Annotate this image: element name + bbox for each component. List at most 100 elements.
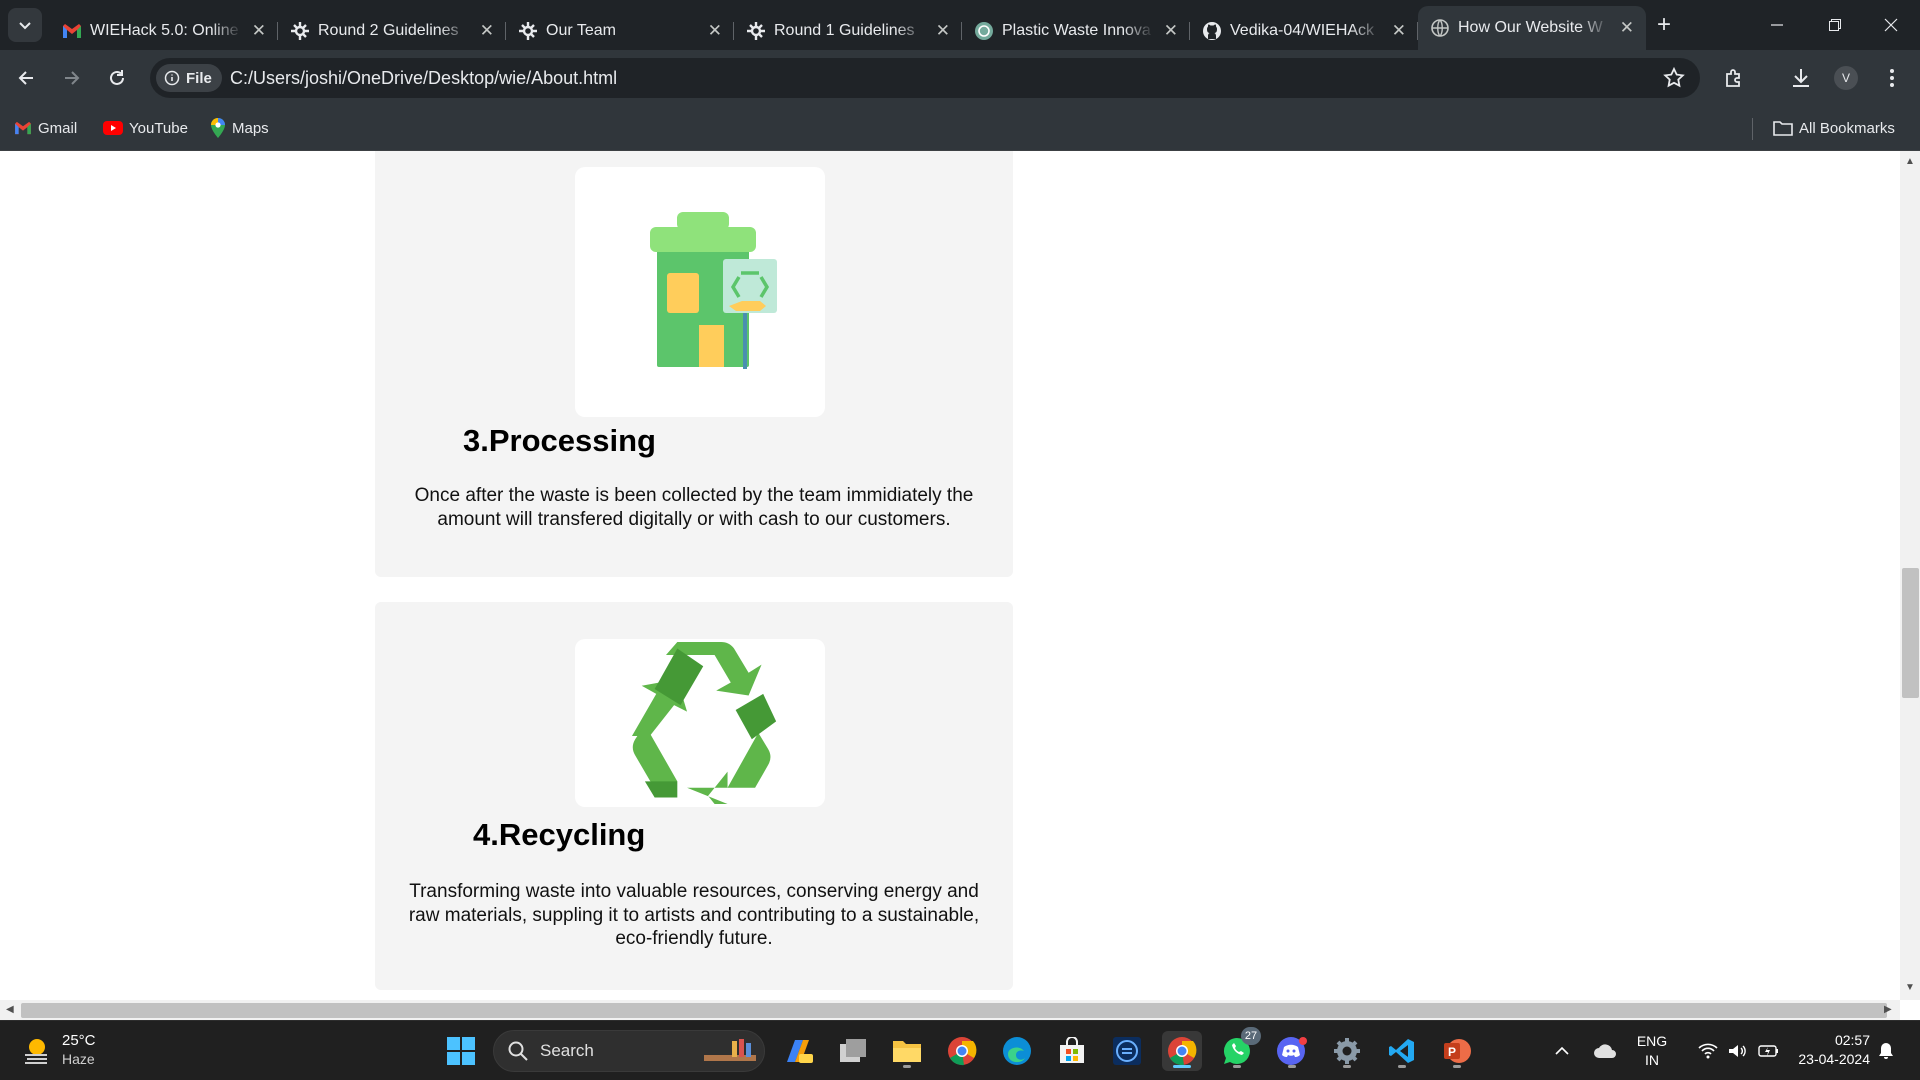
onedrive-button[interactable] bbox=[1590, 1021, 1620, 1080]
step-card-recycling: 4.Recycling Transforming waste into valu… bbox=[375, 602, 1013, 990]
taskbar-app-dell[interactable] bbox=[1107, 1031, 1147, 1071]
tab-round-1-guidelines[interactable]: Round 1 Guidelines ✕ bbox=[734, 12, 962, 50]
all-bookmarks-button[interactable]: All Bookmarks bbox=[1773, 117, 1895, 139]
weather-condition: Haze bbox=[62, 1051, 95, 1067]
language-code: ENG bbox=[1636, 1033, 1668, 1049]
bookmark-separator bbox=[1752, 118, 1753, 140]
minimize-button[interactable] bbox=[1748, 0, 1806, 50]
back-button[interactable] bbox=[8, 60, 44, 96]
task-view-icon bbox=[840, 1039, 866, 1062]
unstop-icon bbox=[746, 21, 766, 41]
tab-how-our-website-works[interactable]: How Our Website W ✕ bbox=[1418, 6, 1646, 50]
bookmark-gmail[interactable]: Gmail bbox=[14, 117, 77, 139]
start-button[interactable] bbox=[441, 1031, 481, 1071]
tab-our-team[interactable]: Our Team ✕ bbox=[506, 12, 734, 50]
bookmark-maps[interactable]: Maps bbox=[210, 117, 269, 139]
system-clock[interactable]: 02:57 23-04-2024 bbox=[1780, 1031, 1870, 1069]
scroll-up-arrow[interactable]: ▲ bbox=[1905, 156, 1915, 167]
bookmark-youtube[interactable]: YouTube bbox=[103, 117, 188, 139]
extensions-button[interactable] bbox=[1717, 60, 1753, 96]
taskbar-app-copilot[interactable] bbox=[778, 1031, 818, 1071]
new-tab-button[interactable]: + bbox=[1650, 12, 1678, 40]
language-indicator[interactable]: ENG IN bbox=[1630, 1021, 1674, 1080]
taskbar-app-chrome[interactable] bbox=[942, 1031, 982, 1071]
show-hidden-icons-button[interactable] bbox=[1550, 1021, 1574, 1080]
tab-title: Plastic Waste Innova bbox=[1002, 22, 1151, 39]
taskbar-app-powerpoint[interactable]: P bbox=[1437, 1031, 1477, 1071]
running-indicator bbox=[1453, 1065, 1461, 1068]
recycle-bin-icon bbox=[650, 212, 777, 369]
scroll-right-arrow[interactable]: ▶ bbox=[1884, 1004, 1892, 1015]
forward-button[interactable] bbox=[54, 60, 90, 96]
scroll-left-arrow[interactable]: ◀ bbox=[6, 1004, 14, 1015]
search-icon bbox=[508, 1041, 528, 1061]
tab-strip: WIEHack 5.0: Online ✕ Round 2 Guidelines… bbox=[0, 0, 1920, 50]
site-info-chip[interactable]: File bbox=[156, 64, 222, 92]
bookmark-label: YouTube bbox=[129, 119, 188, 137]
clock-date: 23-04-2024 bbox=[1798, 1051, 1870, 1067]
bookmark-star-icon[interactable] bbox=[1662, 66, 1686, 95]
tab-github[interactable]: Vedika-04/WIEHAck ✕ bbox=[1190, 12, 1418, 50]
quick-settings-button[interactable] bbox=[1684, 1021, 1794, 1080]
notifications-button[interactable] bbox=[1872, 1021, 1900, 1080]
horizontal-scroll-thumb[interactable] bbox=[21, 1003, 1887, 1018]
taskbar-app-vscode[interactable] bbox=[1382, 1031, 1422, 1071]
notification-badge: 27 bbox=[1241, 1027, 1261, 1045]
reload-button[interactable] bbox=[99, 60, 135, 96]
close-icon[interactable]: ✕ bbox=[1392, 12, 1406, 50]
github-icon bbox=[1202, 21, 1222, 41]
url-text[interactable]: C:/Users/joshi/OneDrive/Desktop/wie/Abou… bbox=[230, 58, 617, 98]
running-indicator bbox=[903, 1065, 911, 1068]
tab-title: Vedika-04/WIEHAck bbox=[1230, 22, 1375, 39]
step-image-box bbox=[575, 639, 825, 807]
chevron-up-icon bbox=[1555, 1046, 1569, 1055]
sun-haze-icon bbox=[25, 1039, 47, 1064]
menu-button[interactable] bbox=[1874, 60, 1910, 96]
taskbar-app-chrome-active[interactable] bbox=[1162, 1031, 1202, 1071]
tab-round-2-guidelines[interactable]: Round 2 Guidelines ✕ bbox=[278, 12, 506, 50]
close-icon[interactable]: ✕ bbox=[480, 12, 494, 50]
close-icon[interactable]: ✕ bbox=[1620, 6, 1634, 50]
chrome-icon bbox=[948, 1037, 977, 1066]
taskbar-search[interactable]: Search bbox=[493, 1030, 765, 1072]
address-bar[interactable]: File C:/Users/joshi/OneDrive/Desktop/wie… bbox=[150, 58, 1700, 98]
step-title: 4.Recycling bbox=[473, 817, 646, 852]
bookmarks-bar: Gmail YouTube Maps All Bookmarks bbox=[0, 106, 1920, 151]
tab-search-button[interactable] bbox=[8, 8, 42, 42]
downloads-button[interactable] bbox=[1783, 60, 1819, 96]
taskbar-app-discord[interactable] bbox=[1272, 1031, 1312, 1071]
taskbar-app-edge[interactable] bbox=[997, 1031, 1037, 1071]
arrow-left-icon bbox=[18, 71, 33, 85]
running-indicator bbox=[1343, 1065, 1351, 1068]
vertical-scroll-thumb[interactable] bbox=[1902, 568, 1919, 698]
running-indicator bbox=[1233, 1065, 1241, 1068]
restore-button[interactable] bbox=[1806, 0, 1864, 50]
tab-wiehack[interactable]: WIEHack 5.0: Online ✕ bbox=[50, 12, 278, 50]
taskbar-app-settings[interactable] bbox=[1327, 1031, 1367, 1071]
taskbar: 25°C Haze Search 27 P ENG IN 02:57 23-04… bbox=[0, 1020, 1920, 1080]
weather-widget[interactable]: 25°C Haze bbox=[22, 1031, 96, 1069]
volume-icon bbox=[1729, 1045, 1746, 1057]
folder-icon bbox=[1773, 121, 1793, 136]
taskbar-app-whatsapp[interactable]: 27 bbox=[1217, 1027, 1261, 1071]
close-icon[interactable]: ✕ bbox=[252, 12, 266, 50]
youtube-icon bbox=[103, 121, 123, 135]
taskbar-app-store[interactable] bbox=[1052, 1031, 1092, 1071]
taskbar-app-task-view[interactable] bbox=[833, 1031, 873, 1071]
scroll-down-arrow[interactable]: ▼ bbox=[1905, 982, 1915, 993]
close-icon[interactable]: ✕ bbox=[936, 12, 950, 50]
region-code: IN bbox=[1645, 1052, 1659, 1068]
close-window-button[interactable] bbox=[1862, 0, 1920, 50]
all-bookmarks-label: All Bookmarks bbox=[1799, 119, 1895, 137]
discord-icon bbox=[1277, 1037, 1307, 1065]
running-indicator bbox=[1398, 1065, 1406, 1068]
bookmark-label: Maps bbox=[232, 119, 269, 137]
tab-plastic-waste[interactable]: Plastic Waste Innova ✕ bbox=[962, 12, 1190, 50]
vscode-icon bbox=[1389, 1039, 1414, 1063]
close-icon[interactable]: ✕ bbox=[708, 12, 722, 50]
arrow-right-icon bbox=[65, 71, 80, 85]
close-icon[interactable]: ✕ bbox=[1164, 12, 1178, 50]
dell-icon bbox=[1113, 1037, 1141, 1065]
taskbar-app-file-explorer[interactable] bbox=[887, 1031, 927, 1071]
profile-avatar[interactable]: V bbox=[1834, 66, 1858, 90]
